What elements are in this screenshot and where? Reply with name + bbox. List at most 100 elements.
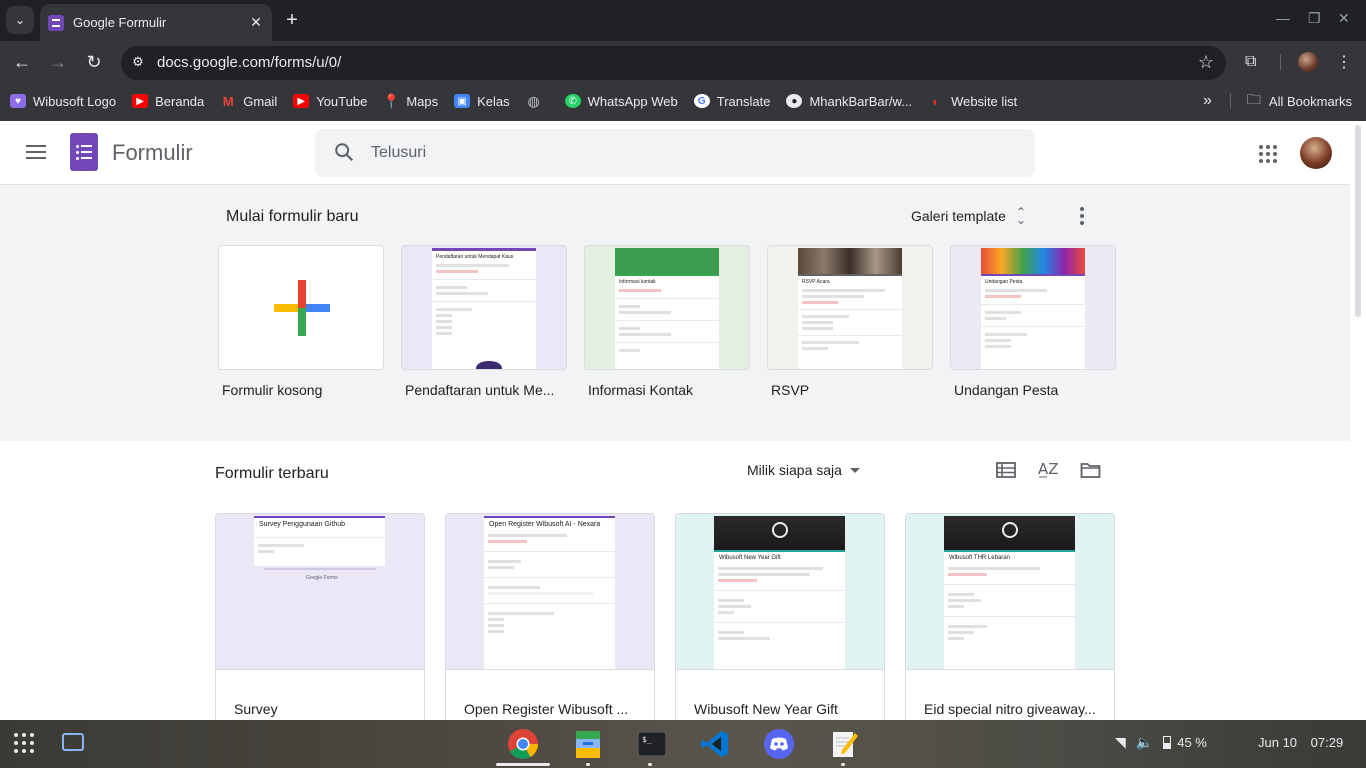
template-thumbnail[interactable] xyxy=(218,245,384,370)
site-info-icon[interactable]: ⚙ xyxy=(129,54,147,72)
bookmark-star-icon[interactable]: ☆ xyxy=(1198,52,1214,73)
form-name: Eid special nitro giveaway... xyxy=(924,701,1096,717)
gmail-icon: M xyxy=(222,93,234,109)
back-icon[interactable]: ← xyxy=(12,52,32,73)
template-card-blank[interactable]: Formulir kosong xyxy=(218,245,384,398)
bookmark-item[interactable]: ◍ xyxy=(526,92,549,109)
extensions-icon[interactable]: ⧉ xyxy=(1245,53,1256,71)
bookmark-item[interactable]: M Gmail xyxy=(220,94,277,109)
reload-icon[interactable]: ↻ xyxy=(84,52,104,73)
running-app-indicator xyxy=(648,763,652,766)
globe-icon: ◍ xyxy=(527,92,540,109)
folder-icon: 🗀 xyxy=(1246,91,1261,107)
files-app-icon[interactable] xyxy=(572,728,604,760)
chevron-right-icon[interactable]: » xyxy=(1203,92,1212,110)
form-thumbnail: Survey Penggunaan Github Google Forms xyxy=(216,514,424,670)
bookmark-item[interactable]: 📍 Maps xyxy=(382,92,439,109)
bookmark-item[interactable]: ▶ Beranda xyxy=(132,94,204,109)
tab-strip: ⌄ Google Formulir ✕ + — ❐ ✕ xyxy=(0,0,1366,41)
form-preview-title: Open Register Wibusoft AI - Nexara xyxy=(489,521,601,528)
running-app-indicator xyxy=(841,763,845,766)
tab-title: Google Formulir xyxy=(73,15,167,30)
form-name: Open Register Wibusoft ... xyxy=(464,701,629,717)
google-apps-icon[interactable] xyxy=(1259,145,1277,163)
minimize-icon[interactable]: — xyxy=(1276,10,1290,26)
vscode-app-icon[interactable] xyxy=(699,728,731,760)
bookmark-item[interactable]: G Translate xyxy=(693,94,770,109)
bookmark-item[interactable]: ▣ Kelas xyxy=(454,94,510,109)
forms-app: Formulir Mulai formulir baru Galeri temp… xyxy=(0,121,1366,720)
template-gallery-button[interactable]: Galeri template ⌃ ⌄ xyxy=(911,205,1026,227)
clock[interactable]: Jun 10 07:29 xyxy=(1258,735,1343,750)
template-card-contact[interactable]: Informasi kontak Informasi Kontak xyxy=(584,245,750,398)
template-thumbnail[interactable]: RSVP Acara xyxy=(767,245,933,370)
address-bar[interactable]: ⚙ docs.google.com/forms/u/0/ ☆ xyxy=(121,46,1226,80)
forms-logo-icon[interactable] xyxy=(70,133,98,171)
form-preview-title: Wibusoft New Year Gift xyxy=(719,555,781,561)
new-tab-button[interactable]: + xyxy=(282,9,302,31)
forward-icon[interactable]: → xyxy=(48,52,68,73)
unfold-icon: ⌃ ⌄ xyxy=(1015,205,1026,227)
browser-menu-icon[interactable]: ⋮ xyxy=(1336,52,1352,72)
search-icon[interactable] xyxy=(333,141,355,163)
all-bookmarks-button[interactable]: All Bookmarks xyxy=(1269,94,1352,109)
wifi-icon: ◥ xyxy=(1115,734,1126,750)
bookmarks-overflow: » 🗀 All Bookmarks xyxy=(1203,87,1352,115)
tab-search-button[interactable]: ⌄ xyxy=(6,6,34,34)
forms-favicon-icon xyxy=(48,14,64,31)
maximize-icon[interactable]: ❐ xyxy=(1308,10,1321,27)
template-thumbnail[interactable]: Undangan Pesta xyxy=(950,245,1116,370)
page-scrollbar[interactable] xyxy=(1350,121,1366,720)
browser-chrome: ⌄ Google Formulir ✕ + — ❐ ✕ ← → ↻ ⚙ docs… xyxy=(0,0,1366,121)
youtube-icon: ▶ xyxy=(293,94,310,108)
main-menu-icon[interactable] xyxy=(26,145,46,159)
template-thumbnail[interactable]: Pendaftaran untuk Mendapat Kaus xyxy=(401,245,567,370)
terminal-app-icon[interactable]: $_ xyxy=(636,728,668,760)
profile-avatar[interactable] xyxy=(1298,52,1318,72)
recent-form-card[interactable]: Wibusoft New Year Gift Wibusoft New Year… xyxy=(675,513,885,720)
recent-form-card[interactable]: Open Register Wibusoft AI - Nexara Open … xyxy=(445,513,655,720)
url-text[interactable]: docs.google.com/forms/u/0/ xyxy=(157,54,341,71)
maps-icon: 📍 xyxy=(382,92,401,109)
classroom-icon: ▣ xyxy=(454,94,471,108)
bookmark-item[interactable]: ● MhankBarBar/w... xyxy=(786,94,912,109)
os-shelf: $_ ◥ 🔈 45 % Jun 10 07:29 xyxy=(0,720,1366,768)
bookmark-item[interactable]: ▶ YouTube xyxy=(293,94,367,109)
text-editor-app-icon[interactable] xyxy=(828,728,860,760)
list-view-icon[interactable] xyxy=(996,461,1016,479)
bookmark-item[interactable]: ♥ Wibusoft Logo xyxy=(10,94,116,109)
search-bar[interactable] xyxy=(315,129,1035,177)
overview-icon[interactable] xyxy=(62,733,84,751)
bookmark-item[interactable]: ✆ WhatsApp Web xyxy=(564,94,678,109)
launcher-icon[interactable] xyxy=(14,733,34,753)
template-thumbnail[interactable]: Informasi kontak xyxy=(584,245,750,370)
recent-form-card[interactable]: Wibusoft THR Lebaran Eid special nitro g… xyxy=(905,513,1115,720)
chrome-app-icon[interactable] xyxy=(507,728,539,760)
more-options-icon[interactable] xyxy=(1080,207,1086,228)
recent-form-card[interactable]: Survey Penggunaan Github Google Forms Su… xyxy=(215,513,425,720)
template-section-title: Mulai formulir baru xyxy=(226,208,359,225)
form-preview-title: Survey Penggunaan Github xyxy=(259,521,346,528)
template-card-rsvp[interactable]: RSVP Acara RSVP xyxy=(767,245,933,398)
sort-az-icon[interactable]: A̲Z xyxy=(1038,460,1059,478)
volume-icon: 🔈 xyxy=(1135,734,1154,750)
bookmark-item[interactable]: ◐ Website list xyxy=(928,94,1017,109)
scrollbar-thumb[interactable] xyxy=(1355,125,1361,317)
template-card-registration[interactable]: Pendaftaran untuk Mendapat Kaus Pendafta… xyxy=(401,245,567,398)
app-title[interactable]: Formulir xyxy=(112,140,193,166)
recent-section-title: Formulir terbaru xyxy=(215,465,329,482)
folder-open-icon[interactable] xyxy=(1080,461,1101,479)
plus-icon xyxy=(274,280,330,336)
youtube-icon: ▶ xyxy=(132,94,149,108)
system-tray[interactable]: ◥ 🔈 45 % xyxy=(1115,734,1207,751)
search-input[interactable] xyxy=(371,141,971,165)
owner-filter-dropdown[interactable]: Milik siapa saja xyxy=(747,462,860,478)
window-close-icon[interactable]: ✕ xyxy=(1338,10,1350,27)
github-icon: ● xyxy=(786,94,803,108)
template-card-party[interactable]: Undangan Pesta Undangan Pesta xyxy=(950,245,1116,398)
discord-app-icon[interactable] xyxy=(763,728,795,760)
tab-close-icon[interactable]: ✕ xyxy=(248,14,264,31)
tab-google-forms[interactable]: Google Formulir ✕ xyxy=(40,4,272,41)
account-avatar[interactable] xyxy=(1300,137,1332,169)
template-label: RSVP xyxy=(771,382,810,398)
